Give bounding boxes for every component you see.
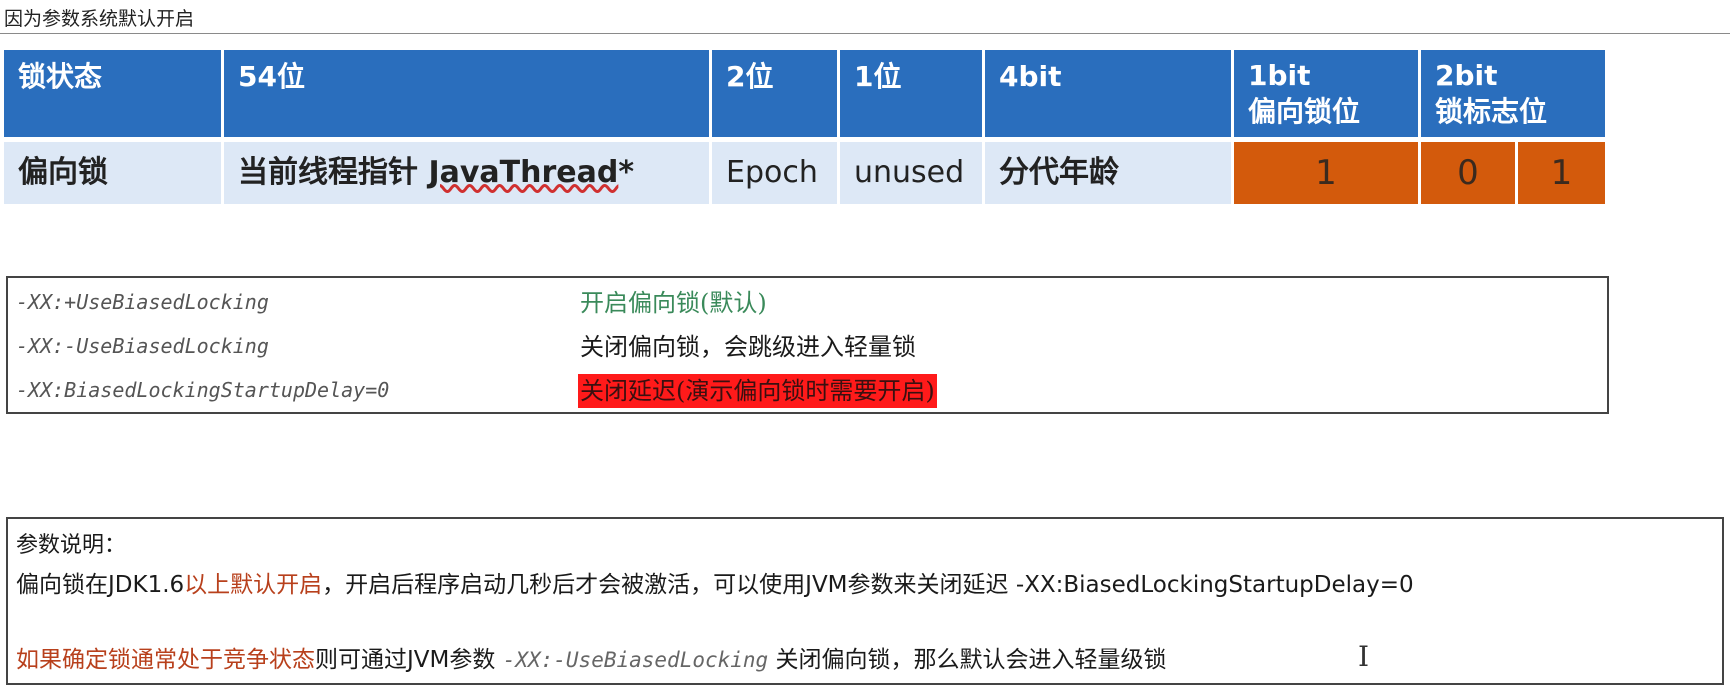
row-epoch: Epoch [712, 142, 837, 204]
explain-line-2: 如果确定锁通常处于竞争状态则可通过JVM参数 -XX:-UseBiasedLoc… [16, 647, 1167, 673]
header-1bit: 1位 [840, 50, 982, 137]
explain-line-1: 偏向锁在JDK1.6以上默认开启，开启后程序启动几秒后才会被激活，可以使用JVM… [16, 572, 1414, 598]
top-note: 因为参数系统默认开启 [4, 8, 195, 30]
jvm-params-box: -XX:+UseBiasedLocking 开启偏向锁(默认) -XX:-Use… [6, 276, 1609, 414]
param-name: -XX:BiasedLockingStartupDelay=0 [16, 378, 390, 402]
param-desc: 开启偏向锁(默认) [580, 289, 767, 317]
explanation-box: 参数说明： 偏向锁在JDK1.6以上默认开启，开启后程序启动几秒后才会被激活，可… [6, 517, 1724, 685]
text-cursor-icon: I [1358, 640, 1370, 673]
explain-title: 参数说明： [16, 533, 127, 558]
param-name: -XX:-UseBiasedLocking [16, 334, 269, 358]
row-biased-bit: 1 [1234, 142, 1418, 204]
header-flag-bits-size: 2bit [1435, 59, 1498, 92]
param-desc: 关闭偏向锁，会跳级进入轻量锁 [580, 333, 916, 361]
header-54bit: 54位 [224, 50, 709, 137]
header-flag-bits: 2bit 锁标志位 [1421, 50, 1605, 137]
row-flag-bit-2: 1 [1518, 142, 1605, 204]
header-flag-bits-label: 锁标志位 [1435, 95, 1548, 128]
header-biased-bit-size: 1bit [1248, 59, 1311, 92]
param-name: -XX:+UseBiasedLocking [16, 290, 269, 314]
header-biased-bit: 1bit 偏向锁位 [1234, 50, 1418, 137]
header-4bit: 4bit [985, 50, 1231, 137]
param-row: -XX:+UseBiasedLocking 开启偏向锁(默认) [16, 286, 1596, 322]
row-thread-pointer: 当前线程指针 JavaThread* [224, 142, 709, 204]
row-flag-bit-1: 0 [1421, 142, 1515, 204]
param-row: -XX:BiasedLockingStartupDelay=0 关闭延迟(演示偏… [16, 374, 1596, 410]
top-note-bar: 因为参数系统默认开启 [0, 0, 1730, 34]
row-unused: unused [840, 142, 982, 204]
header-biased-bit-label: 偏向锁位 [1248, 95, 1361, 128]
header-2bit: 2位 [712, 50, 837, 137]
param-desc-highlighted: 关闭延迟(演示偏向锁时需要开启) [578, 374, 937, 408]
row-gc-age: 分代年龄 [985, 142, 1231, 204]
header-lock-state: 锁状态 [4, 50, 221, 137]
row-lock-state: 偏向锁 [4, 142, 221, 204]
param-row: -XX:-UseBiasedLocking 关闭偏向锁，会跳级进入轻量锁 [16, 330, 1596, 366]
